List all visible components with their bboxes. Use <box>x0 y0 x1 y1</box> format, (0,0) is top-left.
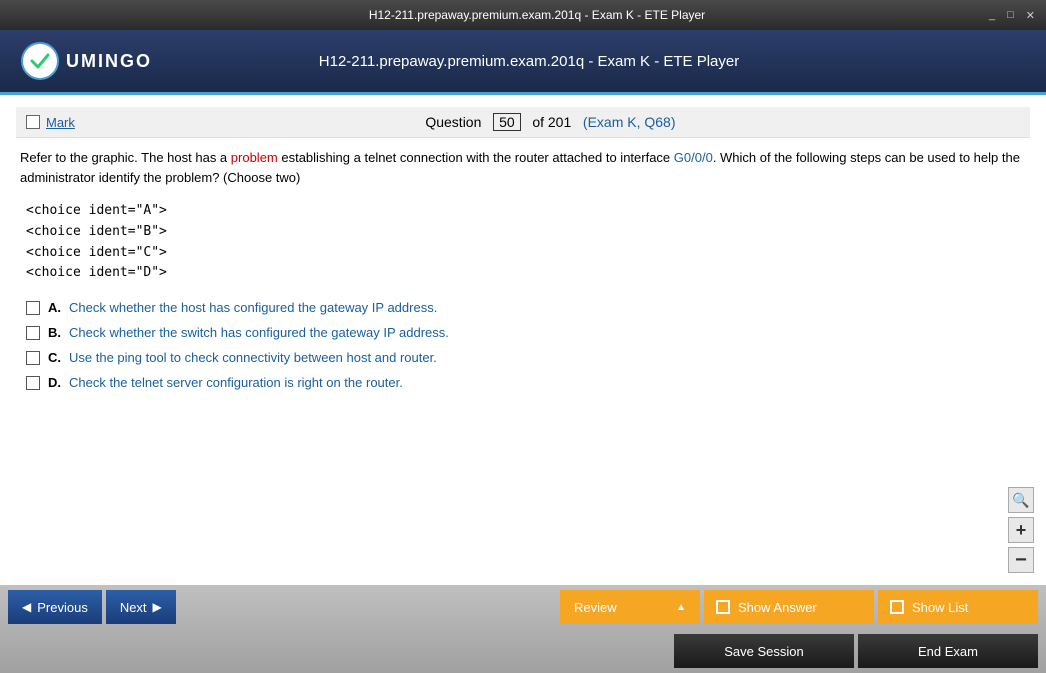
logo-icon <box>20 41 60 81</box>
choice-text-c: Use the ping tool to check connectivity … <box>69 350 437 365</box>
toolbar-row1: ◀ Previous Next ▶ Review ▲ Show Answer S… <box>0 585 1046 629</box>
title-bar: H12-211.prepaway.premium.exam.201q - Exa… <box>0 0 1046 30</box>
previous-label: Previous <box>37 600 88 615</box>
show-list-checkbox-icon <box>890 600 904 614</box>
end-exam-button[interactable]: End Exam <box>858 634 1038 668</box>
next-arrow-icon: ▶ <box>153 600 162 614</box>
choice-item-d: D. Check the telnet server configuration… <box>26 375 1030 390</box>
show-list-label: Show List <box>912 600 968 615</box>
question-total: of 201 <box>532 114 571 130</box>
question-text-part1: Refer to the graphic. The host has a <box>20 150 231 165</box>
choice-item-a: A. Check whether the host has configured… <box>26 300 1030 315</box>
question-text-part2: establishing a telnet connection with th… <box>278 150 674 165</box>
next-label: Next <box>120 600 147 615</box>
save-session-label: Save Session <box>724 644 804 659</box>
xml-line-3: <choice ident="C"> <box>26 243 1030 264</box>
main-content: Mark Question 50 of 201 (Exam K, Q68) Re… <box>0 95 1046 585</box>
xml-block: <choice ident="A"> <choice ident="B"> <c… <box>26 201 1030 284</box>
show-answer-checkbox-icon <box>716 600 730 614</box>
question-text: Refer to the graphic. The host has a pro… <box>16 148 1030 187</box>
save-session-button[interactable]: Save Session <box>674 634 854 668</box>
maximize-button[interactable]: □ <box>1004 9 1017 22</box>
choices-container: A. Check whether the host has configured… <box>26 300 1030 390</box>
choice-letter-d: D. <box>48 375 61 390</box>
bottom-toolbar: ◀ Previous Next ▶ Review ▲ Show Answer S… <box>0 585 1046 673</box>
review-button[interactable]: Review ▲ <box>560 590 700 624</box>
choice-checkbox-c[interactable] <box>26 351 40 365</box>
toolbar-row2: Save Session End Exam <box>0 629 1046 673</box>
previous-arrow-icon: ◀ <box>22 600 31 614</box>
close-button[interactable]: ✕ <box>1023 9 1038 22</box>
question-number: 50 <box>493 113 521 131</box>
choice-checkbox-b[interactable] <box>26 326 40 340</box>
zoom-out-button[interactable]: − <box>1008 547 1034 573</box>
xml-line-1: <choice ident="A"> <box>26 201 1030 222</box>
review-arrow-icon: ▲ <box>676 602 686 613</box>
window-controls[interactable]: _ □ ✕ <box>986 9 1038 22</box>
choice-letter-c: C. <box>48 350 61 365</box>
xml-line-2: <choice ident="B"> <box>26 222 1030 243</box>
problem-word: problem <box>231 150 278 165</box>
search-icon[interactable]: 🔍 <box>1008 487 1034 513</box>
xml-line-4: <choice ident="D"> <box>26 263 1030 284</box>
question-label: Question <box>425 114 481 130</box>
review-label: Review <box>574 600 617 615</box>
minimize-button[interactable]: _ <box>986 9 998 22</box>
choice-text-a: Check whether the host has configured th… <box>69 300 437 315</box>
question-info: Question 50 of 201 (Exam K, Q68) <box>396 113 705 131</box>
mark-label[interactable]: Mark <box>46 115 75 130</box>
next-button[interactable]: Next ▶ <box>106 590 176 624</box>
zoom-controls: 🔍 + − <box>1008 487 1034 573</box>
choice-letter-b: B. <box>48 325 61 340</box>
choice-checkbox-a[interactable] <box>26 301 40 315</box>
interface-word: G0/0/0 <box>674 150 713 165</box>
window-title: H12-211.prepaway.premium.exam.201q - Exa… <box>88 8 986 22</box>
choice-text-b: Check whether the switch has configured … <box>69 325 449 340</box>
show-list-button[interactable]: Show List <box>878 590 1038 624</box>
logo-area: UMINGO <box>20 41 152 81</box>
exam-ref: (Exam K, Q68) <box>583 114 676 130</box>
app-header: UMINGO H12-211.prepaway.premium.exam.201… <box>0 30 1046 95</box>
mark-checkbox[interactable] <box>26 115 40 129</box>
end-exam-label: End Exam <box>918 644 978 659</box>
choice-item-c: C. Use the ping tool to check connectivi… <box>26 350 1030 365</box>
choice-text-d: Check the telnet server configuration is… <box>69 375 403 390</box>
zoom-in-button[interactable]: + <box>1008 517 1034 543</box>
choice-item-b: B. Check whether the switch has configur… <box>26 325 1030 340</box>
logo-text: UMINGO <box>66 51 152 72</box>
header-title: H12-211.prepaway.premium.exam.201q - Exa… <box>152 53 906 70</box>
choice-checkbox-d[interactable] <box>26 376 40 390</box>
previous-button[interactable]: ◀ Previous <box>8 590 102 624</box>
mark-row: Mark Question 50 of 201 (Exam K, Q68) <box>16 107 1030 138</box>
choice-letter-a: A. <box>48 300 61 315</box>
show-answer-label: Show Answer <box>738 600 817 615</box>
show-answer-button[interactable]: Show Answer <box>704 590 874 624</box>
